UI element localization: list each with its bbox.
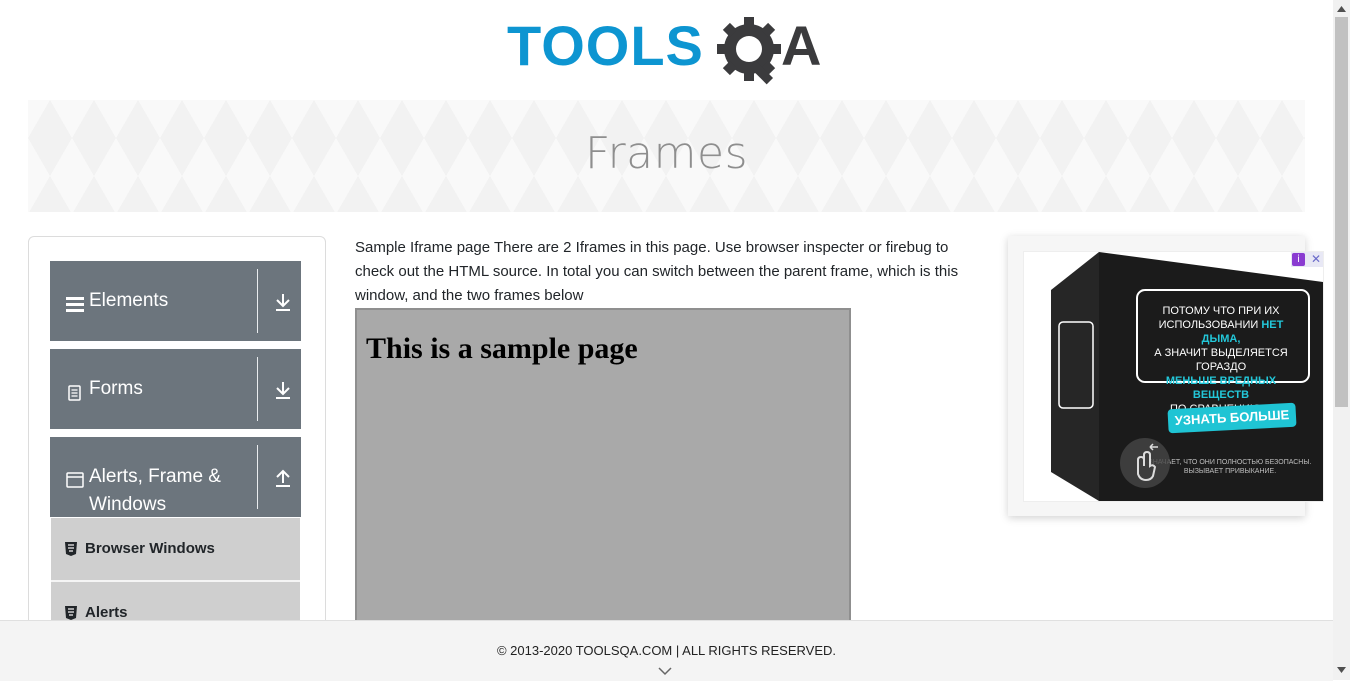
sidebar-item-label: Browser Windows (85, 540, 215, 557)
ad-line: А ЗНАЧИТ ВЫДЕЛЯЕТСЯ ГОРАЗДО (1154, 347, 1288, 373)
download-arrow-icon[interactable] (274, 380, 292, 400)
upload-arrow-icon[interactable] (274, 468, 292, 488)
sample-iframe[interactable]: This is a sample page (355, 308, 851, 638)
ad-line-part: ИСПОЛЬЗОВАНИИ (1158, 319, 1262, 331)
sidebar-group-elements[interactable]: Elements (50, 261, 301, 341)
sidebar-group-label: Forms (89, 378, 143, 399)
divider (257, 269, 258, 333)
adchoices-badge[interactable]: i ✕ (1291, 252, 1323, 267)
ad-line: ИСПОЛЬЗОВАНИИ НЕТ ДЫМА, (1142, 318, 1300, 346)
document-icon (68, 385, 81, 401)
sidebar-group-label: Elements (89, 290, 169, 311)
sidebar-item-label: Alerts (85, 604, 128, 621)
scroll-up-arrow-icon[interactable] (1337, 6, 1346, 12)
scroll-down-arrow-icon[interactable] (1337, 667, 1346, 673)
browser-window-icon (66, 472, 84, 488)
scrollbar-thumb[interactable] (1335, 17, 1348, 407)
download-arrow-icon[interactable] (274, 292, 292, 312)
close-icon[interactable]: ✕ (1311, 252, 1321, 267)
logo-text-a: A (781, 15, 821, 77)
sidebar-group-label: Alerts, Frame & Windows (89, 466, 221, 515)
sidebar-group-alerts-frame-windows[interactable]: Alerts, Frame & Windows (50, 437, 301, 517)
iframe-heading: This is a sample page (366, 332, 638, 365)
html5-icon (65, 606, 77, 620)
sidebar-item-browser-windows[interactable]: Browser Windows (51, 518, 300, 582)
ad-highlight: МЕНЬШЕ ВРЕДНЫХ ВЕЩЕСТВ (1165, 375, 1277, 401)
gear-magnifier-icon (717, 17, 781, 85)
sidebar-group-forms[interactable]: Forms (50, 349, 301, 429)
frames-description: Sample Iframe page There are 2 Iframes i… (355, 239, 959, 304)
hamburger-icon (66, 297, 84, 312)
divider (257, 445, 258, 509)
html5-icon (65, 542, 77, 556)
swipe-hand-icon[interactable] (1120, 438, 1170, 488)
ad-line: ПОТОМУ ЧТО ПРИ ИХ (1162, 305, 1280, 317)
toolsqa-logo[interactable]: TOOLS A (507, 14, 829, 91)
chevron-down-icon[interactable] (658, 667, 672, 676)
page-banner: Frames (28, 100, 1305, 212)
copyright-text: © 2013-2020 TOOLSQA.COM | ALL RIGHTS RES… (496, 643, 837, 658)
sidebar: Elements Forms Alerts, Frame & Windows B… (28, 236, 326, 658)
advertisement[interactable]: ПОТОМУ ЧТО ПРИ ИХ ИСПОЛЬЗОВАНИИ НЕТ ДЫМА… (1023, 251, 1324, 502)
adchoices-icon[interactable]: i (1292, 253, 1305, 266)
logo-text-tools: TOOLS (507, 15, 704, 77)
footer: © 2013-2020 TOOLSQA.COM | ALL RIGHTS RES… (0, 620, 1333, 681)
vertical-scrollbar[interactable] (1333, 0, 1350, 680)
page-title: Frames (584, 128, 748, 179)
divider (257, 357, 258, 421)
